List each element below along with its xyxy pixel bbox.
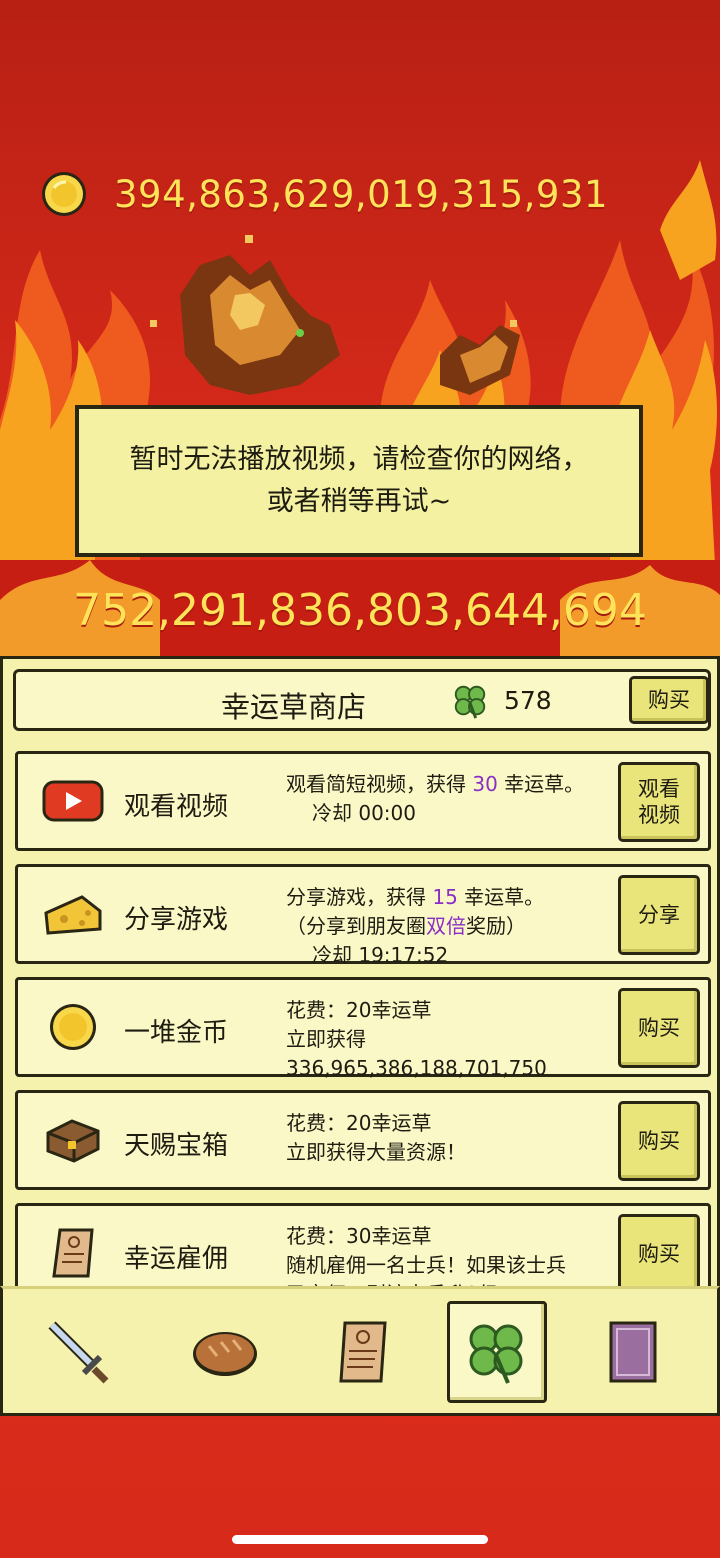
shop-title: 幸运草商店 [221, 690, 367, 724]
clover-count: 578 [504, 686, 552, 715]
highlighted-value: 双倍 [426, 914, 466, 938]
bottom-tab-bar [0, 1286, 720, 1416]
description-text: 幸运草。 [457, 885, 545, 909]
description-text: 立即获得 [286, 1027, 366, 1051]
button-label-line: 观看 [638, 777, 680, 801]
battle-scene: 394,863,629,019,315,931 暂时无法播放视频，请检查你的网络… [0, 0, 720, 660]
description-text: 立即获得大量资源！ [286, 1140, 466, 1164]
highlighted-value: 30 [472, 772, 498, 796]
tab-clover-shop[interactable] [447, 1301, 547, 1403]
button-label-line: 视频 [638, 803, 680, 827]
gold-coin-icon [42, 1002, 104, 1052]
description-text: 冷却 19:17:52 [312, 943, 449, 967]
tab-soldiers[interactable] [29, 1301, 129, 1403]
shop-item-name: 分享游戏 [124, 905, 229, 935]
network-error-dialog: 暂时无法播放视频，请检查你的网络， 或者稍等再试~ [75, 405, 643, 557]
gold-counter: 394,863,629,019,315,931 [40, 170, 608, 218]
buy-clover-button[interactable]: 购买 [629, 676, 709, 724]
dialog-line-1: 暂时无法播放视频，请检查你的网络， [129, 444, 589, 475]
description-line: 随机雇佣一名士兵！如果该士兵 [286, 1251, 566, 1280]
shop-item-description: 分享游戏，获得 15 幸运草。 （分享到朋友圈双倍奖励） 冷却 19:17:52 [286, 883, 544, 970]
shop-item-button[interactable]: 观看 视频 [618, 762, 700, 842]
description-line: 立即获得 [286, 1025, 547, 1054]
description-text: 336,965,386,188,701,750 [286, 1056, 547, 1080]
button-label: 购买 [638, 1015, 680, 1041]
shop-item-description: 花费：20幸运草立即获得大量资源！ [286, 1109, 466, 1167]
tab-food[interactable] [175, 1301, 275, 1403]
description-text: 花费：30幸运草 [286, 1224, 432, 1248]
description-text: 观看简短视频，获得 [286, 772, 473, 796]
shop-item-button[interactable]: 购买 [618, 988, 700, 1068]
shop-item-button[interactable]: 购买 [618, 1214, 700, 1286]
gold-amount: 394,863,629,019,315,931 [114, 172, 609, 216]
gold-coin-icon [42, 172, 86, 216]
button-label: 购买 [638, 1241, 680, 1267]
shop-item-description: 花费：30幸运草随机雇佣一名士兵！如果该士兵已雇佣，则该士兵升2级。 [286, 1222, 566, 1286]
shop-item-button[interactable]: 购买 [618, 1101, 700, 1181]
tab-book[interactable] [583, 1301, 683, 1403]
highlighted-value: 15 [432, 885, 458, 909]
shop-item: 分享游戏 分享游戏，获得 15 幸运草。 （分享到朋友圈双倍奖励） 冷却 19:17:… [15, 864, 711, 967]
description-text: 分享游戏，获得 [286, 885, 433, 909]
shop-item: 幸运雇佣花费：30幸运草随机雇佣一名士兵！如果该士兵已雇佣，则该士兵升2级。购买 [15, 1203, 711, 1286]
tab-scrolls[interactable] [313, 1301, 413, 1403]
description-line: 花费：20幸运草 [286, 996, 547, 1025]
description-line: 冷却 19:17:52 [286, 941, 544, 970]
button-label: 购买 [638, 1128, 680, 1154]
shop-item: 观看视频 观看简短视频，获得 30 幸运草。 冷却 00:00 观看 视频 [15, 751, 711, 851]
shop-item: 一堆金币 花费：20幸运草 立即获得 336,965,386,188,701,750 购… [15, 977, 711, 1080]
description-line: 冷却 00:00 [286, 799, 584, 828]
shop-item-button[interactable]: 分享 [618, 875, 700, 955]
dragon-enemy [150, 235, 520, 395]
description-text: 花费：20幸运草 [286, 998, 432, 1022]
home-indicator[interactable] [232, 1535, 488, 1544]
treasure-chest-icon [42, 1115, 104, 1165]
cheese-icon [42, 889, 104, 939]
scroll-icon [42, 1228, 104, 1278]
video-play-icon [42, 776, 104, 826]
bread-icon [193, 1332, 257, 1376]
description-line: 立即获得大量资源！ [286, 1138, 466, 1167]
description-line: 观看简短视频，获得 30 幸运草。 [286, 770, 584, 799]
description-text: 随机雇佣一名士兵！如果该士兵 [286, 1253, 566, 1277]
description-text: 冷却 00:00 [312, 801, 416, 825]
description-text: （分享到朋友圈 [286, 914, 426, 938]
shop-item-name: 观看视频 [124, 792, 229, 822]
shop-header: 幸运草商店 578 购买 [13, 669, 711, 731]
description-text: 幸运草。 [497, 772, 585, 796]
clover-icon [469, 1324, 523, 1384]
damage-amount: 752,291,836,803,644,694 [73, 585, 647, 636]
dialog-line-2: 或者稍等再试~ [266, 486, 452, 517]
description-line: 336,965,386,188,701,750 [286, 1054, 547, 1083]
button-label-line: 购买 [638, 1129, 680, 1153]
shop-item-description: 花费：20幸运草 立即获得 336,965,386,188,701,750 [286, 996, 547, 1083]
description-text: 奖励） [466, 914, 526, 938]
lucky-clover-shop: 幸运草商店 578 购买 观看视频 观看简短视频，获得 30 幸运草。 冷却 00:… [0, 656, 720, 1286]
button-label-line: 购买 [638, 1016, 680, 1040]
shop-item-name: 幸运雇佣 [124, 1244, 229, 1274]
scroll-icon [339, 1321, 387, 1383]
button-label: 观看 视频 [638, 776, 680, 828]
description-line: 花费：30幸运草 [286, 1222, 566, 1251]
book-icon [609, 1321, 657, 1383]
shop-item-name: 一堆金币 [124, 1018, 229, 1048]
sword-icon [48, 1321, 109, 1384]
description-line: 分享游戏，获得 15 幸运草。 [286, 883, 544, 912]
shop-item: 天赐宝箱 花费：20幸运草立即获得大量资源！ 购买 [15, 1090, 711, 1190]
description-line: （分享到朋友圈双倍奖励） [286, 912, 544, 941]
shop-item-description: 观看简短视频，获得 30 幸运草。 冷却 00:00 [286, 770, 584, 828]
shop-item-name: 天赐宝箱 [124, 1131, 229, 1161]
button-label-line: 购买 [638, 1242, 680, 1266]
button-label-line: 分享 [638, 903, 680, 927]
clover-icon [454, 685, 486, 719]
description-text: 花费：20幸运草 [286, 1111, 432, 1135]
description-line: 花费：20幸运草 [286, 1109, 466, 1138]
button-label: 分享 [638, 902, 680, 928]
